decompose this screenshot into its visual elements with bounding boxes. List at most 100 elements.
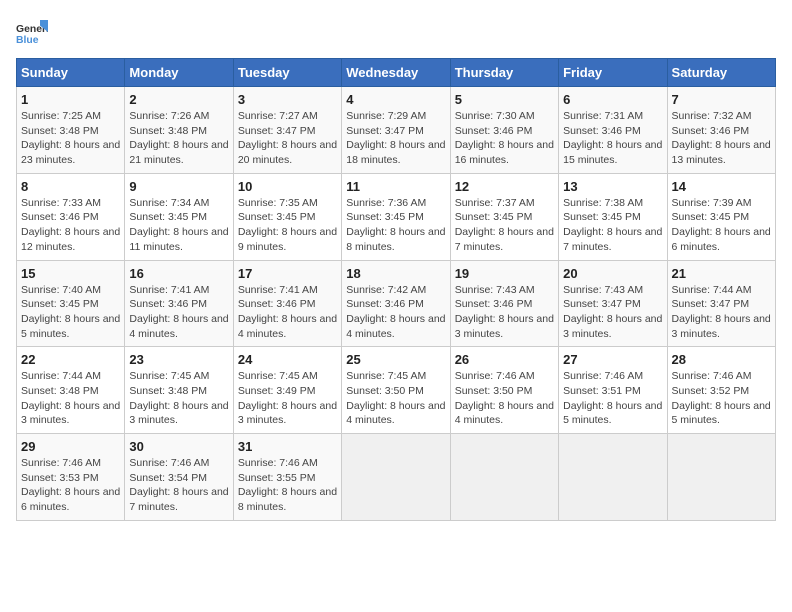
calendar-week-row: 22Sunrise: 7:44 AMSunset: 3:48 PMDayligh…: [17, 347, 776, 434]
day-detail: Sunrise: 7:39 AMSunset: 3:45 PMDaylight:…: [672, 196, 771, 255]
day-number: 27: [563, 352, 662, 367]
calendar-cell: 7 Sunrise: 7:32 AMSunset: 3:46 PMDaylight…: [667, 87, 775, 174]
day-detail: Sunrise: 7:37 AMSunset: 3:45 PMDaylight:…: [455, 196, 554, 255]
day-detail: Sunrise: 7:30 AMSunset: 3:46 PMDaylight:…: [455, 109, 554, 168]
day-number: 1: [21, 92, 120, 107]
calendar-cell: 8 Sunrise: 7:33 AMSunset: 3:46 PMDaylight…: [17, 173, 125, 260]
day-detail: Sunrise: 7:43 AMSunset: 3:46 PMDaylight:…: [455, 283, 554, 342]
header-thursday: Thursday: [450, 59, 558, 87]
day-number: 23: [129, 352, 228, 367]
day-number: 4: [346, 92, 445, 107]
day-number: 29: [21, 439, 120, 454]
header-tuesday: Tuesday: [233, 59, 341, 87]
day-number: 12: [455, 179, 554, 194]
calendar-cell: 2 Sunrise: 7:26 AMSunset: 3:48 PMDaylight…: [125, 87, 233, 174]
day-detail: Sunrise: 7:45 AMSunset: 3:50 PMDaylight:…: [346, 369, 445, 428]
calendar-cell: 26 Sunrise: 7:46 AMSunset: 3:50 PMDayligh…: [450, 347, 558, 434]
day-detail: Sunrise: 7:27 AMSunset: 3:47 PMDaylight:…: [238, 109, 337, 168]
day-detail: Sunrise: 7:33 AMSunset: 3:46 PMDaylight:…: [21, 196, 120, 255]
day-detail: Sunrise: 7:34 AMSunset: 3:45 PMDaylight:…: [129, 196, 228, 255]
day-detail: Sunrise: 7:46 AMSunset: 3:52 PMDaylight:…: [672, 369, 771, 428]
day-detail: Sunrise: 7:35 AMSunset: 3:45 PMDaylight:…: [238, 196, 337, 255]
day-detail: Sunrise: 7:41 AMSunset: 3:46 PMDaylight:…: [129, 283, 228, 342]
day-number: 24: [238, 352, 337, 367]
day-number: 21: [672, 266, 771, 281]
day-number: 9: [129, 179, 228, 194]
day-number: 7: [672, 92, 771, 107]
day-number: 18: [346, 266, 445, 281]
day-number: 22: [21, 352, 120, 367]
calendar-cell: [667, 434, 775, 521]
page-header: General Blue: [16, 16, 776, 48]
day-number: 28: [672, 352, 771, 367]
day-number: 17: [238, 266, 337, 281]
calendar-cell: 13Sunrise: 7:38 AMSunset: 3:45 PMDayligh…: [559, 173, 667, 260]
day-detail: Sunrise: 7:25 AMSunset: 3:48 PMDaylight:…: [21, 109, 120, 168]
calendar-cell: 18 Sunrise: 7:42 AMSunset: 3:46 PMDayligh…: [342, 260, 450, 347]
day-number: 8: [21, 179, 120, 194]
day-number: 31: [238, 439, 337, 454]
calendar-cell: [559, 434, 667, 521]
calendar-cell: 20Sunrise: 7:43 AMSunset: 3:47 PMDayligh…: [559, 260, 667, 347]
calendar-cell: [342, 434, 450, 521]
calendar-cell: 31Sunrise: 7:46 AMSunset: 3:55 PMDayligh…: [233, 434, 341, 521]
calendar-cell: 9 Sunrise: 7:34 AMSunset: 3:45 PMDaylight…: [125, 173, 233, 260]
calendar-week-row: 8 Sunrise: 7:33 AMSunset: 3:46 PMDaylight…: [17, 173, 776, 260]
calendar-cell: 3Sunrise: 7:27 AMSunset: 3:47 PMDaylight…: [233, 87, 341, 174]
day-detail: Sunrise: 7:40 AMSunset: 3:45 PMDaylight:…: [21, 283, 120, 342]
calendar-cell: 23 Sunrise: 7:45 AMSunset: 3:48 PMDayligh…: [125, 347, 233, 434]
calendar-cell: 4 Sunrise: 7:29 AMSunset: 3:47 PMDaylight…: [342, 87, 450, 174]
day-number: 5: [455, 92, 554, 107]
calendar-cell: 19 Sunrise: 7:43 AMSunset: 3:46 PMDayligh…: [450, 260, 558, 347]
calendar-cell: 25 Sunrise: 7:45 AMSunset: 3:50 PMDayligh…: [342, 347, 450, 434]
day-detail: Sunrise: 7:38 AMSunset: 3:45 PMDaylight:…: [563, 196, 662, 255]
day-number: 30: [129, 439, 228, 454]
day-number: 19: [455, 266, 554, 281]
calendar-cell: 6Sunrise: 7:31 AMSunset: 3:46 PMDaylight…: [559, 87, 667, 174]
day-detail: Sunrise: 7:46 AMSunset: 3:50 PMDaylight:…: [455, 369, 554, 428]
calendar-cell: 16 Sunrise: 7:41 AMSunset: 3:46 PMDayligh…: [125, 260, 233, 347]
calendar-cell: 15 Sunrise: 7:40 AMSunset: 3:45 PMDayligh…: [17, 260, 125, 347]
logo: General Blue: [16, 16, 48, 48]
day-detail: Sunrise: 7:45 AMSunset: 3:48 PMDaylight:…: [129, 369, 228, 428]
day-detail: Sunrise: 7:41 AMSunset: 3:46 PMDaylight:…: [238, 283, 337, 342]
day-number: 20: [563, 266, 662, 281]
calendar-cell: 14Sunrise: 7:39 AMSunset: 3:45 PMDayligh…: [667, 173, 775, 260]
day-detail: Sunrise: 7:29 AMSunset: 3:47 PMDaylight:…: [346, 109, 445, 168]
calendar-cell: [450, 434, 558, 521]
header-monday: Monday: [125, 59, 233, 87]
day-number: 11: [346, 179, 445, 194]
header-saturday: Saturday: [667, 59, 775, 87]
calendar-cell: 22Sunrise: 7:44 AMSunset: 3:48 PMDayligh…: [17, 347, 125, 434]
day-number: 16: [129, 266, 228, 281]
calendar-cell: 21 Sunrise: 7:44 AMSunset: 3:47 PMDayligh…: [667, 260, 775, 347]
calendar-cell: 30 Sunrise: 7:46 AMSunset: 3:54 PMDayligh…: [125, 434, 233, 521]
calendar-week-row: 29 Sunrise: 7:46 AMSunset: 3:53 PMDayligh…: [17, 434, 776, 521]
calendar-cell: 28 Sunrise: 7:46 AMSunset: 3:52 PMDayligh…: [667, 347, 775, 434]
day-detail: Sunrise: 7:45 AMSunset: 3:49 PMDaylight:…: [238, 369, 337, 428]
day-detail: Sunrise: 7:42 AMSunset: 3:46 PMDaylight:…: [346, 283, 445, 342]
day-number: 25: [346, 352, 445, 367]
day-number: 26: [455, 352, 554, 367]
calendar-cell: 24 Sunrise: 7:45 AMSunset: 3:49 PMDayligh…: [233, 347, 341, 434]
calendar-cell: 10Sunrise: 7:35 AMSunset: 3:45 PMDayligh…: [233, 173, 341, 260]
day-detail: Sunrise: 7:36 AMSunset: 3:45 PMDaylight:…: [346, 196, 445, 255]
calendar-cell: 1 Sunrise: 7:25 AMSunset: 3:48 PMDaylight…: [17, 87, 125, 174]
logo-icon: General Blue: [16, 16, 48, 48]
calendar-table: SundayMondayTuesdayWednesdayThursdayFrid…: [16, 58, 776, 521]
day-number: 2: [129, 92, 228, 107]
day-detail: Sunrise: 7:26 AMSunset: 3:48 PMDaylight:…: [129, 109, 228, 168]
calendar-header-row: SundayMondayTuesdayWednesdayThursdayFrid…: [17, 59, 776, 87]
day-detail: Sunrise: 7:31 AMSunset: 3:46 PMDaylight:…: [563, 109, 662, 168]
calendar-cell: 17 Sunrise: 7:41 AMSunset: 3:46 PMDayligh…: [233, 260, 341, 347]
day-detail: Sunrise: 7:44 AMSunset: 3:47 PMDaylight:…: [672, 283, 771, 342]
header-wednesday: Wednesday: [342, 59, 450, 87]
calendar-cell: 29 Sunrise: 7:46 AMSunset: 3:53 PMDayligh…: [17, 434, 125, 521]
day-detail: Sunrise: 7:46 AMSunset: 3:54 PMDaylight:…: [129, 456, 228, 515]
day-detail: Sunrise: 7:46 AMSunset: 3:53 PMDaylight:…: [21, 456, 120, 515]
day-detail: Sunrise: 7:32 AMSunset: 3:46 PMDaylight:…: [672, 109, 771, 168]
header-friday: Friday: [559, 59, 667, 87]
header-sunday: Sunday: [17, 59, 125, 87]
day-number: 15: [21, 266, 120, 281]
svg-text:Blue: Blue: [16, 35, 39, 46]
